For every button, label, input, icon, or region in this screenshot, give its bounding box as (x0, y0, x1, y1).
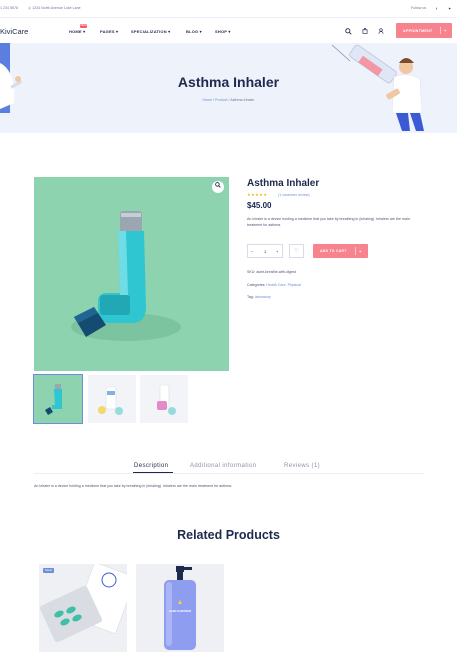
user-icon[interactable] (378, 28, 384, 36)
plus-icon: + (359, 248, 362, 254)
category-links[interactable]: Health Care, Physical (266, 283, 301, 287)
related-product-card-1[interactable]: SALE (39, 564, 127, 652)
add-to-cart-button[interactable]: ADD TO CART + (313, 244, 368, 258)
active-tab-indicator (133, 472, 173, 473)
rating-stars: ★★★★★ (247, 192, 268, 197)
thumbnail-inhaler-blue[interactable] (33, 374, 83, 424)
product-title: Asthma Inhaler (247, 178, 320, 189)
breadcrumb-home[interactable]: Home (203, 98, 213, 102)
tab-description[interactable]: Description (134, 463, 168, 469)
thumbnail-inhaler-white[interactable] (88, 375, 136, 423)
appointment-button[interactable]: APPOINTMENT + (396, 23, 452, 38)
new-badge: NEW (80, 24, 87, 28)
product-tag: Tag: laboratory (247, 295, 271, 299)
product-categories: Categories: Health Care, Physical (247, 283, 301, 287)
phone-number[interactable]: 1 234 5678 (0, 6, 18, 10)
product-short-description: An inhaler is a device holding a medicin… (247, 217, 410, 227)
nav-shop[interactable]: SHOP ▾ (215, 29, 231, 34)
top-bar: 1 234 5678 ◎ 1234 North Avenue Luke Lane… (0, 0, 457, 17)
qty-minus-button[interactable]: − (251, 249, 253, 254)
twitter-icon[interactable]: ✦ (448, 6, 451, 11)
site-logo[interactable]: KiviCare (0, 27, 28, 36)
facebook-icon[interactable]: f (436, 6, 437, 11)
sale-badge: SALE (43, 568, 54, 573)
related-products-title: Related Products (177, 528, 280, 542)
tag-link[interactable]: laboratory (255, 295, 271, 299)
nav-blog[interactable]: BLOG ▾ (186, 29, 202, 34)
related-product-card-2[interactable]: HAND SANITIZER (136, 564, 224, 652)
pill-box-image (39, 564, 127, 652)
nav-specialization[interactable]: SPECIALIZATION ▾ (131, 29, 170, 34)
cart-icon[interactable] (362, 27, 368, 36)
tab-additional-information[interactable]: Additional information (190, 463, 257, 469)
nav-home[interactable]: HOME ▾ (69, 29, 85, 34)
main-header: KiviCare HOME ▾ NEW PAGES ▾ SPECIALIZATI… (0, 17, 457, 43)
page-banner: Asthma Inhaler Home / Product / Asthma I… (0, 43, 457, 133)
qty-plus-button[interactable]: + (276, 249, 278, 254)
tab-reviews[interactable]: Reviews (1) (284, 463, 320, 469)
qty-value[interactable]: 1 (264, 249, 266, 254)
breadcrumb-product[interactable]: Product (215, 98, 227, 102)
doctor-syringe-illustration (331, 44, 424, 131)
product-sku: SKU: asmt-breathe-with-digest (247, 270, 296, 274)
product-main-image[interactable] (34, 177, 229, 371)
tab-description-content: An inhaler is a device holding a medicin… (34, 484, 232, 488)
nav-pages[interactable]: PAGES ▾ (100, 29, 118, 34)
address[interactable]: ◎ 1234 North Avenue Luke Lane (28, 6, 81, 10)
wishlist-heart-icon[interactable]: ♡ (289, 244, 304, 258)
hand-sanitizer-image (136, 564, 224, 652)
search-icon[interactable] (345, 28, 352, 37)
zoom-icon[interactable] (212, 181, 224, 193)
inhaler-image (34, 177, 229, 371)
tabs-divider (34, 473, 424, 474)
thumbnail-inhaler-pink[interactable] (140, 375, 188, 423)
quantity-stepper[interactable]: − 1 + (247, 244, 283, 258)
product-price: $45.00 (247, 201, 272, 210)
follow-us-label: Follow us (411, 6, 427, 10)
sanitizer-label-text: HAND SANITIZER (169, 610, 191, 613)
breadcrumb-current: Asthma Inhaler (230, 98, 255, 102)
customer-review-link[interactable]: (1 customer review) (278, 193, 310, 197)
plus-icon: + (444, 27, 447, 33)
